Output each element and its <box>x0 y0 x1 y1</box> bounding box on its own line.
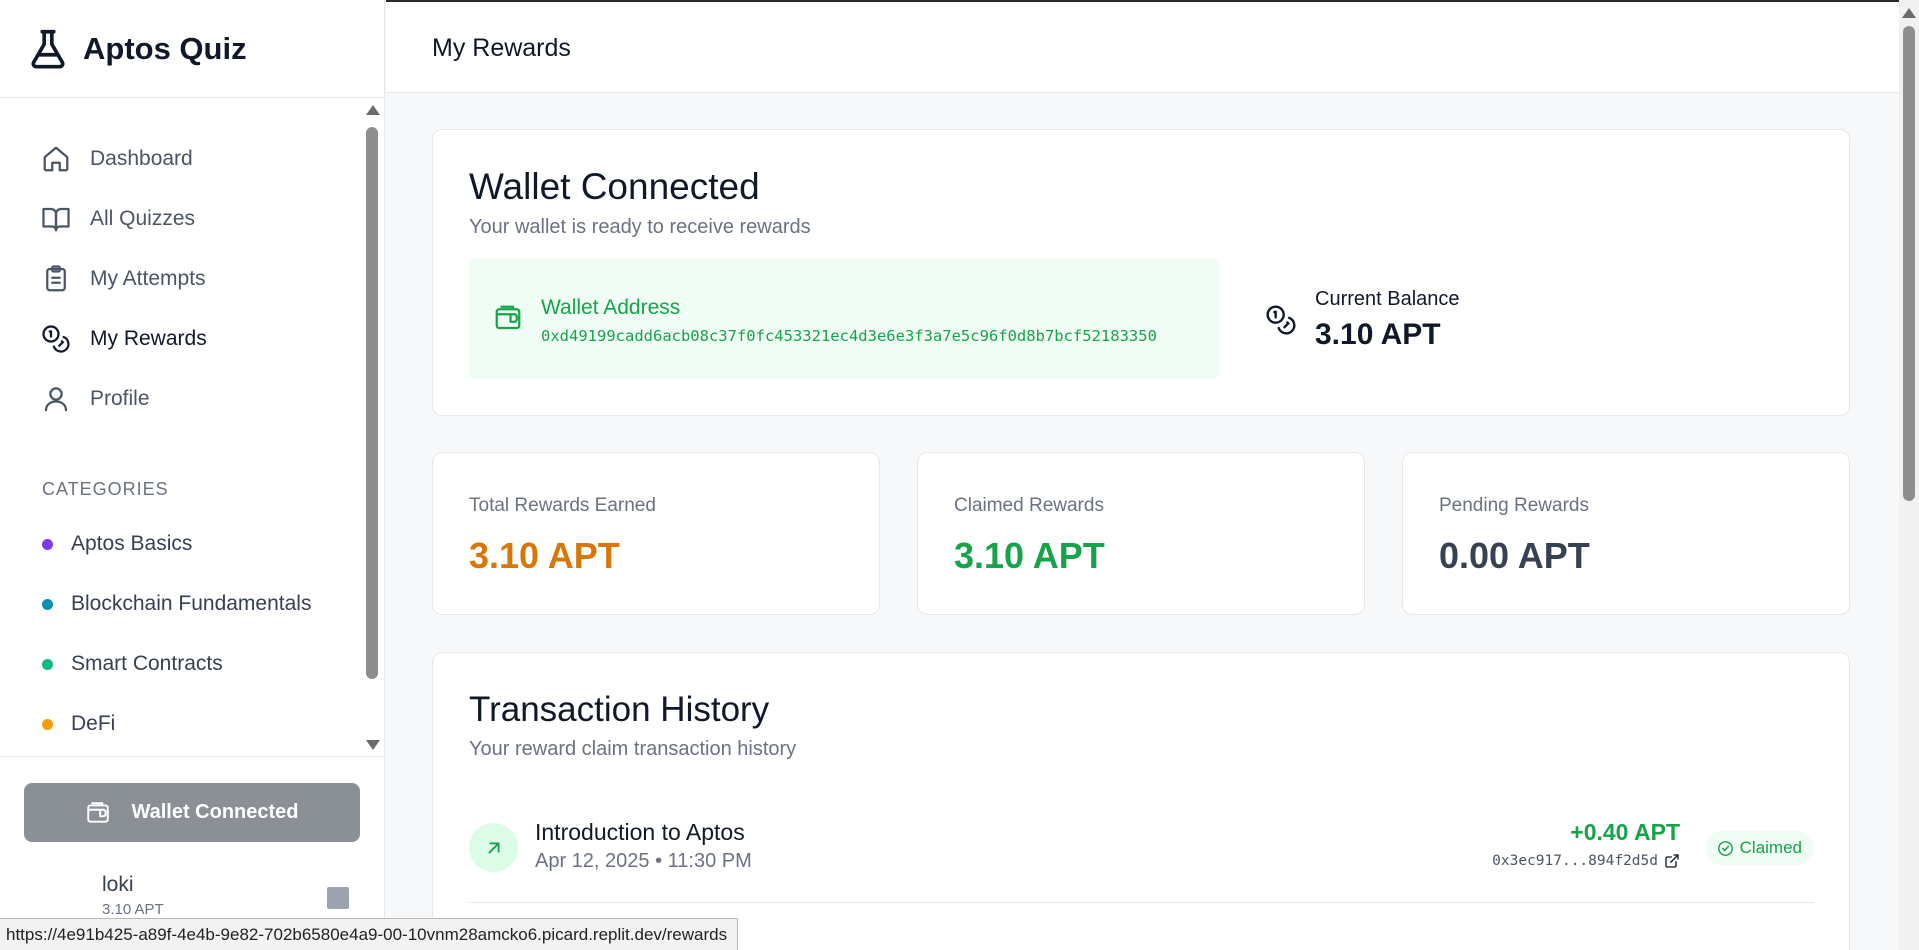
wallet-button-label: Wallet Connected <box>131 801 299 823</box>
category-dot <box>42 658 53 670</box>
wallet-address-box: Wallet Address 0xd49199cadd6acb08c37f0fc… <box>469 259 1219 379</box>
category-label: Blockchain Fundamentals <box>71 592 312 615</box>
sidebar: Aptos Quiz Dashboard All Quizzes My Atte… <box>0 0 385 950</box>
sidebar-item-label: My Rewards <box>90 327 207 350</box>
category-item-blockchain-fundamentals[interactable]: Blockchain Fundamentals <box>0 574 385 634</box>
total-rewards-card: Total Rewards Earned 3.10 APT <box>432 452 880 615</box>
sidebar-item-label: Profile <box>90 387 150 410</box>
status-badge-label: Claimed <box>1739 838 1802 857</box>
sidebar-item-my-rewards[interactable]: My Rewards <box>0 309 385 369</box>
sidebar-item-my-attempts[interactable]: My Attempts <box>0 249 385 309</box>
stat-label: Pending Rewards <box>1439 495 1589 516</box>
home-icon <box>40 143 72 175</box>
page-scrollbar[interactable] <box>1899 0 1919 950</box>
transaction-hash-link[interactable]: 0x3ec917...894f2d5d <box>1492 853 1680 869</box>
wallet-connected-button[interactable]: Wallet Connected <box>24 783 360 842</box>
stat-value: 0.00 APT <box>1439 535 1590 576</box>
clipboard-list-icon <box>40 263 72 295</box>
sidebar-nav: Dashboard All Quizzes My Attempts My Rew… <box>0 99 385 429</box>
stat-value: 3.10 APT <box>469 535 620 576</box>
current-balance-label: Current Balance <box>1315 288 1460 310</box>
top-header: My Rewards <box>386 0 1899 93</box>
category-item-defi[interactable]: DeFi <box>0 694 385 754</box>
sidebar-item-label: My Attempts <box>90 267 206 290</box>
sidebar-item-dashboard[interactable]: Dashboard <box>0 129 385 189</box>
sidebar-item-label: All Quizzes <box>90 207 196 230</box>
sidebar-scroll-area: Dashboard All Quizzes My Attempts My Rew… <box>0 99 385 756</box>
transaction-row[interactable]: Introduction to Aptos Apr 12, 2025 • 11:… <box>469 819 1814 903</box>
status-badge: Claimed <box>1704 831 1814 865</box>
transaction-amount: +0.40 APT <box>1570 819 1680 845</box>
current-balance-value: 3.10 APT <box>1315 318 1441 351</box>
transaction-hash: 0x3ec917...894f2d5d <box>1492 853 1658 869</box>
category-dot <box>42 538 53 550</box>
flask-icon <box>31 29 65 68</box>
transaction-history-title: Transaction History <box>469 690 770 729</box>
scroll-up-arrow-icon[interactable] <box>1902 8 1916 18</box>
wallet-icon <box>87 801 110 823</box>
stat-label: Total Rewards Earned <box>469 495 656 516</box>
sidebar-scrollbar-thumb[interactable] <box>366 127 378 679</box>
sidebar-item-all-quizzes[interactable]: All Quizzes <box>0 189 385 249</box>
category-label: Smart Contracts <box>71 652 223 675</box>
transaction-history-subtitle: Your reward claim transaction history <box>469 738 797 760</box>
book-open-icon <box>40 203 72 235</box>
user-balance: 3.10 APT <box>102 901 164 918</box>
category-dot <box>42 718 53 730</box>
wallet-card-title: Wallet Connected <box>469 166 760 207</box>
wallet-card-subtitle: Your wallet is ready to receive rewards <box>469 216 811 238</box>
coins-icon <box>40 323 72 355</box>
category-label: Aptos Basics <box>71 532 193 555</box>
transaction-history-card: Transaction History Your reward claim tr… <box>432 652 1850 950</box>
category-item-smart-contracts[interactable]: Smart Contracts <box>0 634 385 694</box>
transaction-quiz-name: Introduction to Aptos <box>535 819 745 845</box>
logout-icon[interactable] <box>327 887 349 909</box>
coins-icon <box>1266 305 1296 335</box>
wallet-card: Wallet Connected Your wallet is ready to… <box>432 129 1850 416</box>
wallet-icon <box>495 305 521 330</box>
scroll-down-arrow-icon[interactable] <box>366 740 380 750</box>
external-link-icon[interactable] <box>1664 853 1680 869</box>
claimed-rewards-card: Claimed Rewards 3.10 APT <box>917 452 1365 615</box>
wallet-address-value[interactable]: 0xd49199cadd6acb08c37f0fc453321ec4d3e6e3… <box>541 327 1157 345</box>
check-circle-icon <box>1717 840 1733 856</box>
sidebar-item-profile[interactable]: Profile <box>0 369 385 429</box>
scroll-up-arrow-icon[interactable] <box>366 105 380 115</box>
stat-value: 3.10 APT <box>954 535 1105 576</box>
category-item-aptos-basics[interactable]: Aptos Basics <box>0 514 385 574</box>
browser-status-url: https://4e91b425-a89f-4e4b-9e82-702b6580… <box>0 918 739 950</box>
category-label: DeFi <box>71 712 116 735</box>
categories-heading: CATEGORIES <box>42 479 169 499</box>
sidebar-item-label: Dashboard <box>90 147 193 170</box>
categories-list: Aptos Basics Blockchain Fundamentals Sma… <box>0 514 385 754</box>
category-dot <box>42 598 53 610</box>
pending-rewards-card: Pending Rewards 0.00 APT <box>1402 452 1850 615</box>
arrow-up-right-icon <box>469 823 518 872</box>
app-name: Aptos Quiz <box>83 30 247 66</box>
brand[interactable]: Aptos Quiz <box>0 0 384 98</box>
stat-label: Claimed Rewards <box>954 495 1104 516</box>
user-icon <box>40 383 72 415</box>
wallet-address-label: Wallet Address <box>541 296 681 319</box>
page-title: My Rewards <box>432 34 571 62</box>
sidebar-scrollbar[interactable] <box>365 99 380 756</box>
transaction-date: Apr 12, 2025 • 11:30 PM <box>535 850 752 872</box>
page-scrollbar-thumb[interactable] <box>1903 26 1915 501</box>
user-name: loki <box>102 873 134 896</box>
